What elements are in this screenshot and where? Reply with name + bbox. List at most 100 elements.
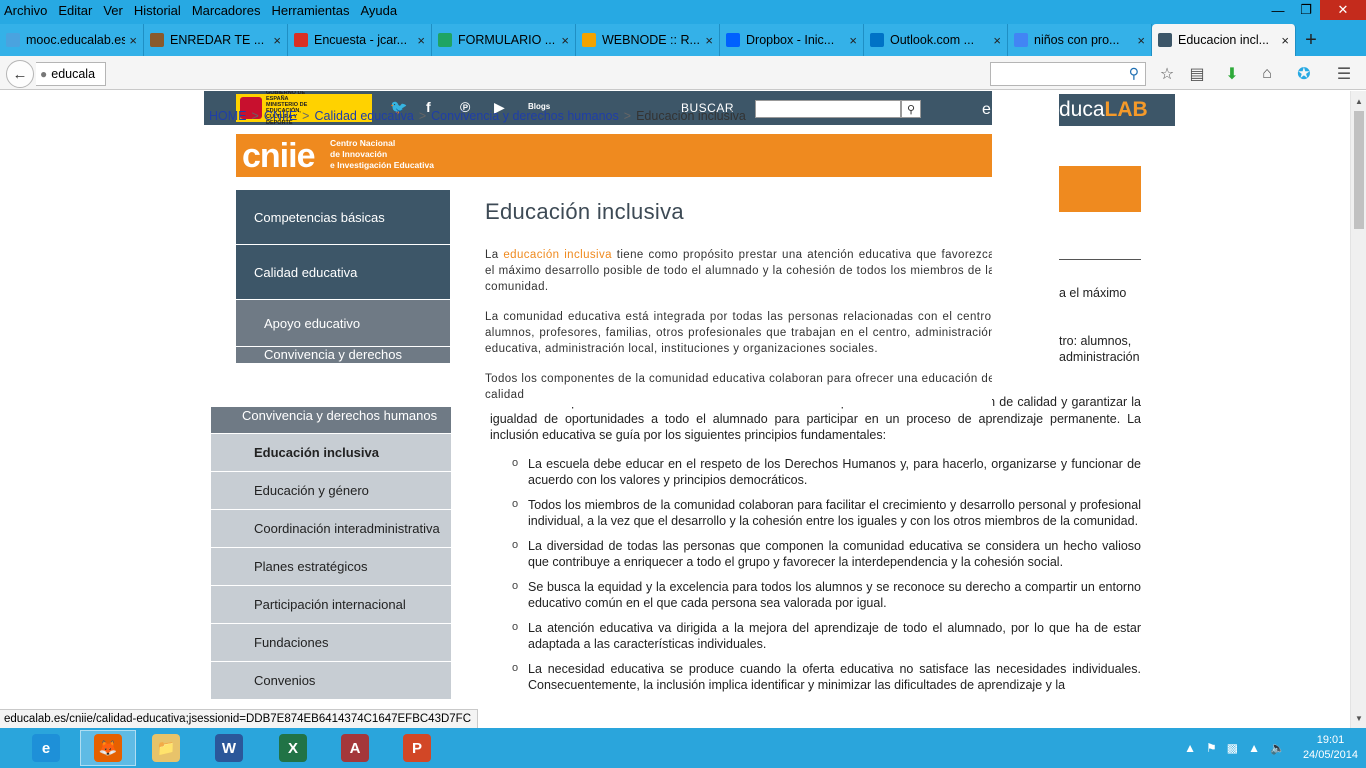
clock[interactable]: 19:01 24/05/2014 — [1303, 733, 1358, 763]
close-tab-icon[interactable]: × — [129, 33, 137, 48]
principle-list-item: Se busca la equidad y la excelencia para… — [512, 578, 1141, 612]
access-icon: A — [341, 734, 369, 762]
dropbox-icon — [726, 33, 740, 47]
flag-icon[interactable]: ⚑ — [1206, 741, 1217, 755]
tab-8[interactable]: Educacion incl... × — [1152, 24, 1296, 56]
sidebar-item-3[interactable]: Coordinación interadministrativa — [211, 510, 451, 548]
menu-item-editar[interactable]: Editar — [58, 3, 92, 18]
breadcrumb-item[interactable]: CNIIE — [264, 109, 297, 123]
sidebar-item-5[interactable]: Participación internacional — [211, 586, 451, 624]
tab-1[interactable]: ENREDAR TE ... × — [144, 24, 288, 56]
educalab-brand[interactable]: duca LAB — [1059, 94, 1175, 126]
scroll-up-icon[interactable]: ▲ — [1351, 93, 1366, 109]
breadcrumb-item[interactable]: Convivencia y derechos humanos — [431, 109, 619, 123]
close-tab-icon[interactable]: × — [417, 33, 425, 48]
menu-item-archivo[interactable]: Archivo — [4, 3, 47, 18]
sidebar-item-6[interactable]: Fundaciones — [211, 624, 451, 662]
scrollbar-thumb[interactable] — [1354, 111, 1364, 229]
menu-item-ayuda[interactable]: Ayuda — [360, 3, 397, 18]
menu-item-historial[interactable]: Historial — [134, 3, 181, 18]
sidebar-item-4[interactable]: Planes estratégicos — [211, 548, 451, 586]
menu-item-ver[interactable]: Ver — [103, 3, 123, 18]
background-text-snippet: tro: alumnos, — [1059, 334, 1132, 348]
vertical-scrollbar[interactable]: ▲ ▼ — [1350, 91, 1366, 728]
close-tab-icon[interactable]: × — [273, 33, 281, 48]
cniie-logo[interactable]: cniie — [242, 137, 315, 175]
tab-6[interactable]: Outlook.com ... × — [864, 24, 1008, 56]
reading-list-icon[interactable]: ▤ — [1187, 64, 1207, 84]
bookmark-star-icon[interactable]: ☆ — [1157, 64, 1177, 84]
close-tab-icon[interactable]: × — [705, 33, 713, 48]
addon-icon[interactable]: ✪ — [1294, 64, 1314, 84]
tray-expand-icon[interactable]: ▲ — [1184, 741, 1196, 755]
excel-task-button[interactable]: X — [265, 730, 321, 766]
close-tab-icon[interactable]: × — [849, 33, 857, 48]
sidebar-item-calidad[interactable]: Calidad educativa — [236, 245, 450, 300]
scroll-down-icon[interactable]: ▼ — [1351, 710, 1366, 726]
network-icon[interactable]: ▩ — [1227, 741, 1238, 755]
sidebar-item-apoyo[interactable]: Apoyo educativo — [236, 300, 450, 347]
site-search-button[interactable]: ⚲ — [901, 100, 921, 118]
close-window-icon[interactable]: ✕ — [1320, 0, 1366, 20]
minimize-icon[interactable]: — — [1264, 0, 1292, 20]
site-search-input[interactable] — [755, 100, 901, 118]
background-text-snippet: a el máximo — [1059, 286, 1127, 300]
principles-list: La escuela debe educar en el respeto de … — [490, 455, 1141, 694]
tab-label: ENREDAR TE ... — [170, 33, 265, 47]
article-paragraph: La comunidad educativa está integrada po… — [485, 311, 992, 355]
back-button[interactable]: ← — [6, 60, 34, 88]
sidebar-item-competencias[interactable]: Competencias básicas — [236, 190, 450, 245]
close-tab-icon[interactable]: × — [561, 33, 569, 48]
tab-3[interactable]: FORMULARIO ... × — [432, 24, 576, 56]
volume-icon[interactable]: 🔈 — [1270, 741, 1285, 755]
restore-icon[interactable]: ❐ — [1292, 0, 1320, 20]
zoomed-page-overlay: GOBIERNO DE ESPAÑA MINISTERIO DE EDUCACI… — [98, 91, 992, 407]
tab-4[interactable]: WEBNODE :: R... × — [576, 24, 720, 56]
firefox-task-button[interactable]: 🦊 — [80, 730, 136, 766]
search-icon[interactable]: ⚲ — [1129, 65, 1139, 82]
clock-date: 24/05/2014 — [1302, 749, 1358, 761]
tab-0[interactable]: mooc.educalab.es × — [0, 24, 144, 56]
download-icon[interactable]: ⬇ — [1222, 64, 1242, 84]
access-task-button[interactable]: A — [327, 730, 383, 766]
header-e-letter: e — [982, 101, 991, 118]
overlay-sidebar: Competencias básicas Calidad educativa A… — [236, 190, 450, 364]
menu-item-marcadores[interactable]: Marcadores — [192, 3, 261, 18]
tab-7[interactable]: niños con pro... × — [1008, 24, 1152, 56]
hamburger-menu-icon[interactable]: ☰ — [1334, 64, 1354, 84]
url-bar[interactable]: ● educala — [36, 62, 106, 86]
search-bar[interactable]: ⚲ — [990, 62, 1146, 86]
breadcrumb-item[interactable]: HOME — [209, 109, 247, 123]
tab-2[interactable]: Encuesta - jcar... × — [288, 24, 432, 56]
tab-5[interactable]: Dropbox - Inic... × — [720, 24, 864, 56]
tab-label: Encuesta - jcar... — [314, 33, 408, 47]
outlook-icon — [870, 33, 884, 47]
home-icon[interactable]: ⌂ — [1257, 64, 1277, 84]
sidebar-item-1[interactable]: Educación inclusiva — [211, 434, 451, 472]
search-icon: ⚲ — [906, 103, 916, 116]
word-task-button[interactable]: W — [201, 730, 257, 766]
powerpoint-task-button[interactable]: P — [389, 730, 445, 766]
windows-taskbar: e 🦊 📁 W X A P ▲ ⚑ ▩ ▲ 🔈 19:01 24/05/2014 — [0, 728, 1366, 768]
google-drive-icon[interactable]: ▲ — [1248, 741, 1260, 755]
article-body: Todos los componentes de la comunidad ed… — [490, 394, 1141, 702]
globe-icon — [6, 33, 20, 47]
close-tab-icon[interactable]: × — [993, 33, 1001, 48]
internet-explorer-task-button[interactable]: e — [18, 730, 74, 766]
sidebar-item-convivencia[interactable]: Convivencia y derechos humanos — [236, 347, 450, 364]
sidebar-item-7[interactable]: Convenios — [211, 662, 451, 700]
breadcrumb-item: Educación inclusiva — [636, 109, 746, 123]
file-explorer-icon: 📁 — [152, 734, 180, 762]
breadcrumb-separator: > — [418, 109, 427, 123]
file-explorer-task-button[interactable]: 📁 — [138, 730, 194, 766]
brand-prefix: duca — [1059, 98, 1105, 121]
close-tab-icon[interactable]: × — [1281, 33, 1289, 48]
breadcrumb-item[interactable]: Calidad educativa — [314, 109, 413, 123]
menu-item-herramientas[interactable]: Herramientas — [271, 3, 349, 18]
sidebar-item-2[interactable]: Educación y género — [211, 472, 451, 510]
inclusive-education-link[interactable]: educación inclusiva — [503, 249, 612, 261]
close-tab-icon[interactable]: × — [1137, 33, 1145, 48]
url-text: educala — [51, 67, 96, 81]
principle-list-item: Todos los miembros de la comunidad colab… — [512, 496, 1141, 530]
new-tab-button[interactable]: + — [1296, 24, 1326, 56]
